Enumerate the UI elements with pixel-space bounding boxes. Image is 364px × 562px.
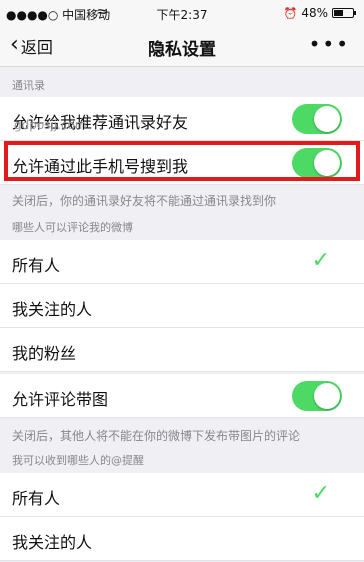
note-contacts: 关闭后，你的通讯录好友将不能通过通讯录找到你 [12,194,277,208]
row-label: 所有人 [12,489,61,508]
battery-percent: 48% [301,6,328,20]
option-fans[interactable]: 我的粉丝 [0,328,364,372]
checkmark-icon: ✓ [311,481,330,506]
highlight-box [4,141,360,181]
section-title-contacts: 通讯录 [12,79,45,92]
toggle-knob [314,383,340,409]
status-bar: ●●●●○ 中国移动 ≈ 下午2:37 ⏰ 48% [0,0,364,26]
row-label: 所有人 [12,256,61,275]
row-comment-images: 允许评论带图 [0,374,364,418]
battery-icon [332,8,356,18]
recommend-toggle[interactable] [292,104,342,134]
watermark: gdposjj.com [14,118,87,132]
battery-fill [334,10,343,16]
checkmark-icon: ✓ [311,248,330,273]
nav-bar: ‹ 返回 隐私设置 ••• [0,26,364,67]
option-all[interactable]: 所有人 ✓ [0,240,364,284]
note-comment-images: 关闭后，其他人将不能在你的微博下发布带图片的评论 [12,429,301,443]
status-right: ⏰ 48% [283,6,356,20]
row-label: 我关注的人 [12,533,93,552]
option-mention-following[interactable]: 我关注的人 [0,517,364,561]
toggle-knob [314,106,340,132]
row-label: 我关注的人 [12,300,93,319]
option-following[interactable]: 我关注的人 [0,284,364,328]
comment-images-toggle[interactable] [292,381,342,411]
section-title-mentions: 我可以收到哪些人的@提醒 [12,454,144,467]
row-label: 允许评论带图 [12,390,109,409]
more-icon[interactable]: ••• [309,32,350,56]
section-title-comment-who: 哪些人可以评论我的微博 [12,221,133,234]
alarm-icon: ⏰ [283,6,298,20]
row-label: 我的粉丝 [12,344,77,363]
option-mention-all[interactable]: 所有人 ✓ [0,473,364,517]
